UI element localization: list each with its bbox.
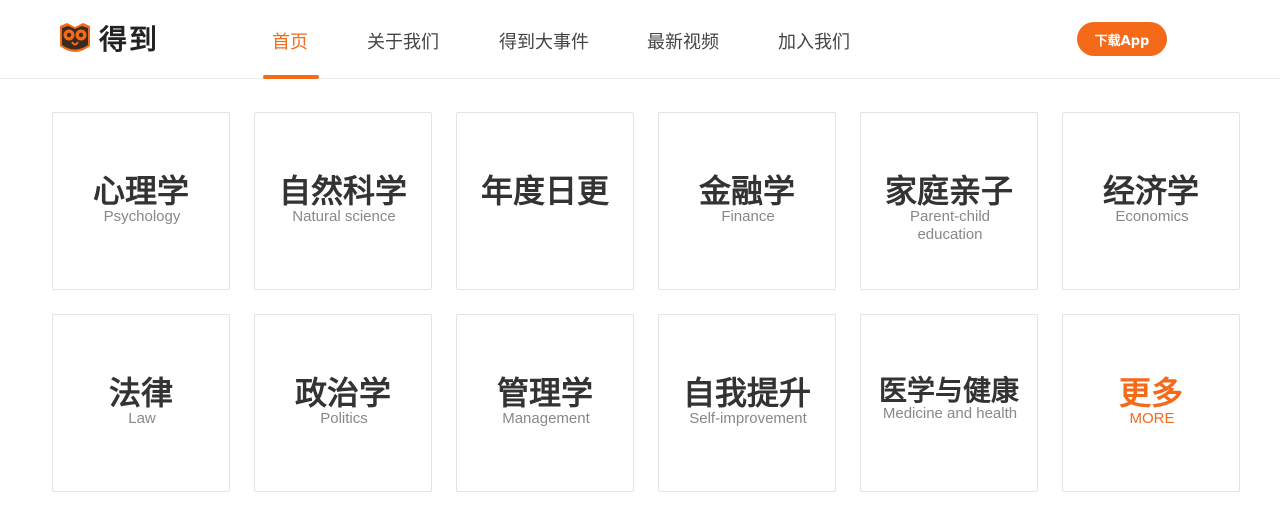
category-card-psychology[interactable]: 心理学 Psychology: [52, 112, 230, 290]
category-card-politics[interactable]: 政治学 Politics: [254, 314, 432, 492]
category-subtitle: Medicine and health: [882, 405, 1018, 422]
category-subtitle: Finance: [721, 208, 775, 225]
category-subtitle: Management: [502, 410, 590, 427]
category-title: 经济学: [1102, 172, 1199, 210]
category-title: 年度日更: [480, 172, 609, 210]
category-subtitle: Politics: [320, 410, 368, 427]
category-card-economics[interactable]: 经济学 Economics: [1062, 112, 1240, 290]
category-card-medicine[interactable]: 医学与健康 Medicine and health: [860, 314, 1038, 492]
category-card-parenting[interactable]: 家庭亲子 Parent-child education: [860, 112, 1038, 290]
category-card-self-improvement[interactable]: 自我提升 Self-improvement: [658, 314, 836, 492]
category-card-natural-science[interactable]: 自然科学 Natural science: [254, 112, 432, 290]
category-title: 法律: [108, 374, 173, 412]
category-subtitle: Parent-child education: [909, 208, 991, 243]
category-title: 自我提升: [682, 374, 811, 412]
category-title: 心理学: [92, 172, 189, 210]
category-subtitle: Law: [128, 410, 156, 427]
category-card-daily-updates[interactable]: 年度日更: [456, 112, 634, 290]
category-subtitle: MORE: [1129, 410, 1175, 427]
category-title: 管理学: [496, 374, 593, 412]
category-title: 政治学: [294, 374, 391, 412]
category-card-management[interactable]: 管理学 Management: [456, 314, 634, 492]
category-grid: 心理学 Psychology 自然科学 Natural science 年度日更…: [0, 0, 1280, 526]
category-title: 家庭亲子: [884, 172, 1013, 210]
category-subtitle: Natural science: [292, 208, 396, 225]
category-title: 自然科学: [278, 172, 407, 210]
category-subtitle: Self-improvement: [689, 410, 807, 427]
category-title: 金融学: [698, 172, 795, 210]
category-subtitle: Economics: [1115, 208, 1189, 225]
category-title: 更多: [1118, 374, 1183, 412]
category-subtitle: Psychology: [103, 208, 181, 225]
category-title: 医学与健康: [878, 374, 1019, 407]
category-card-more[interactable]: 更多 MORE: [1062, 314, 1240, 492]
category-card-law[interactable]: 法律 Law: [52, 314, 230, 492]
category-card-finance[interactable]: 金融学 Finance: [658, 112, 836, 290]
